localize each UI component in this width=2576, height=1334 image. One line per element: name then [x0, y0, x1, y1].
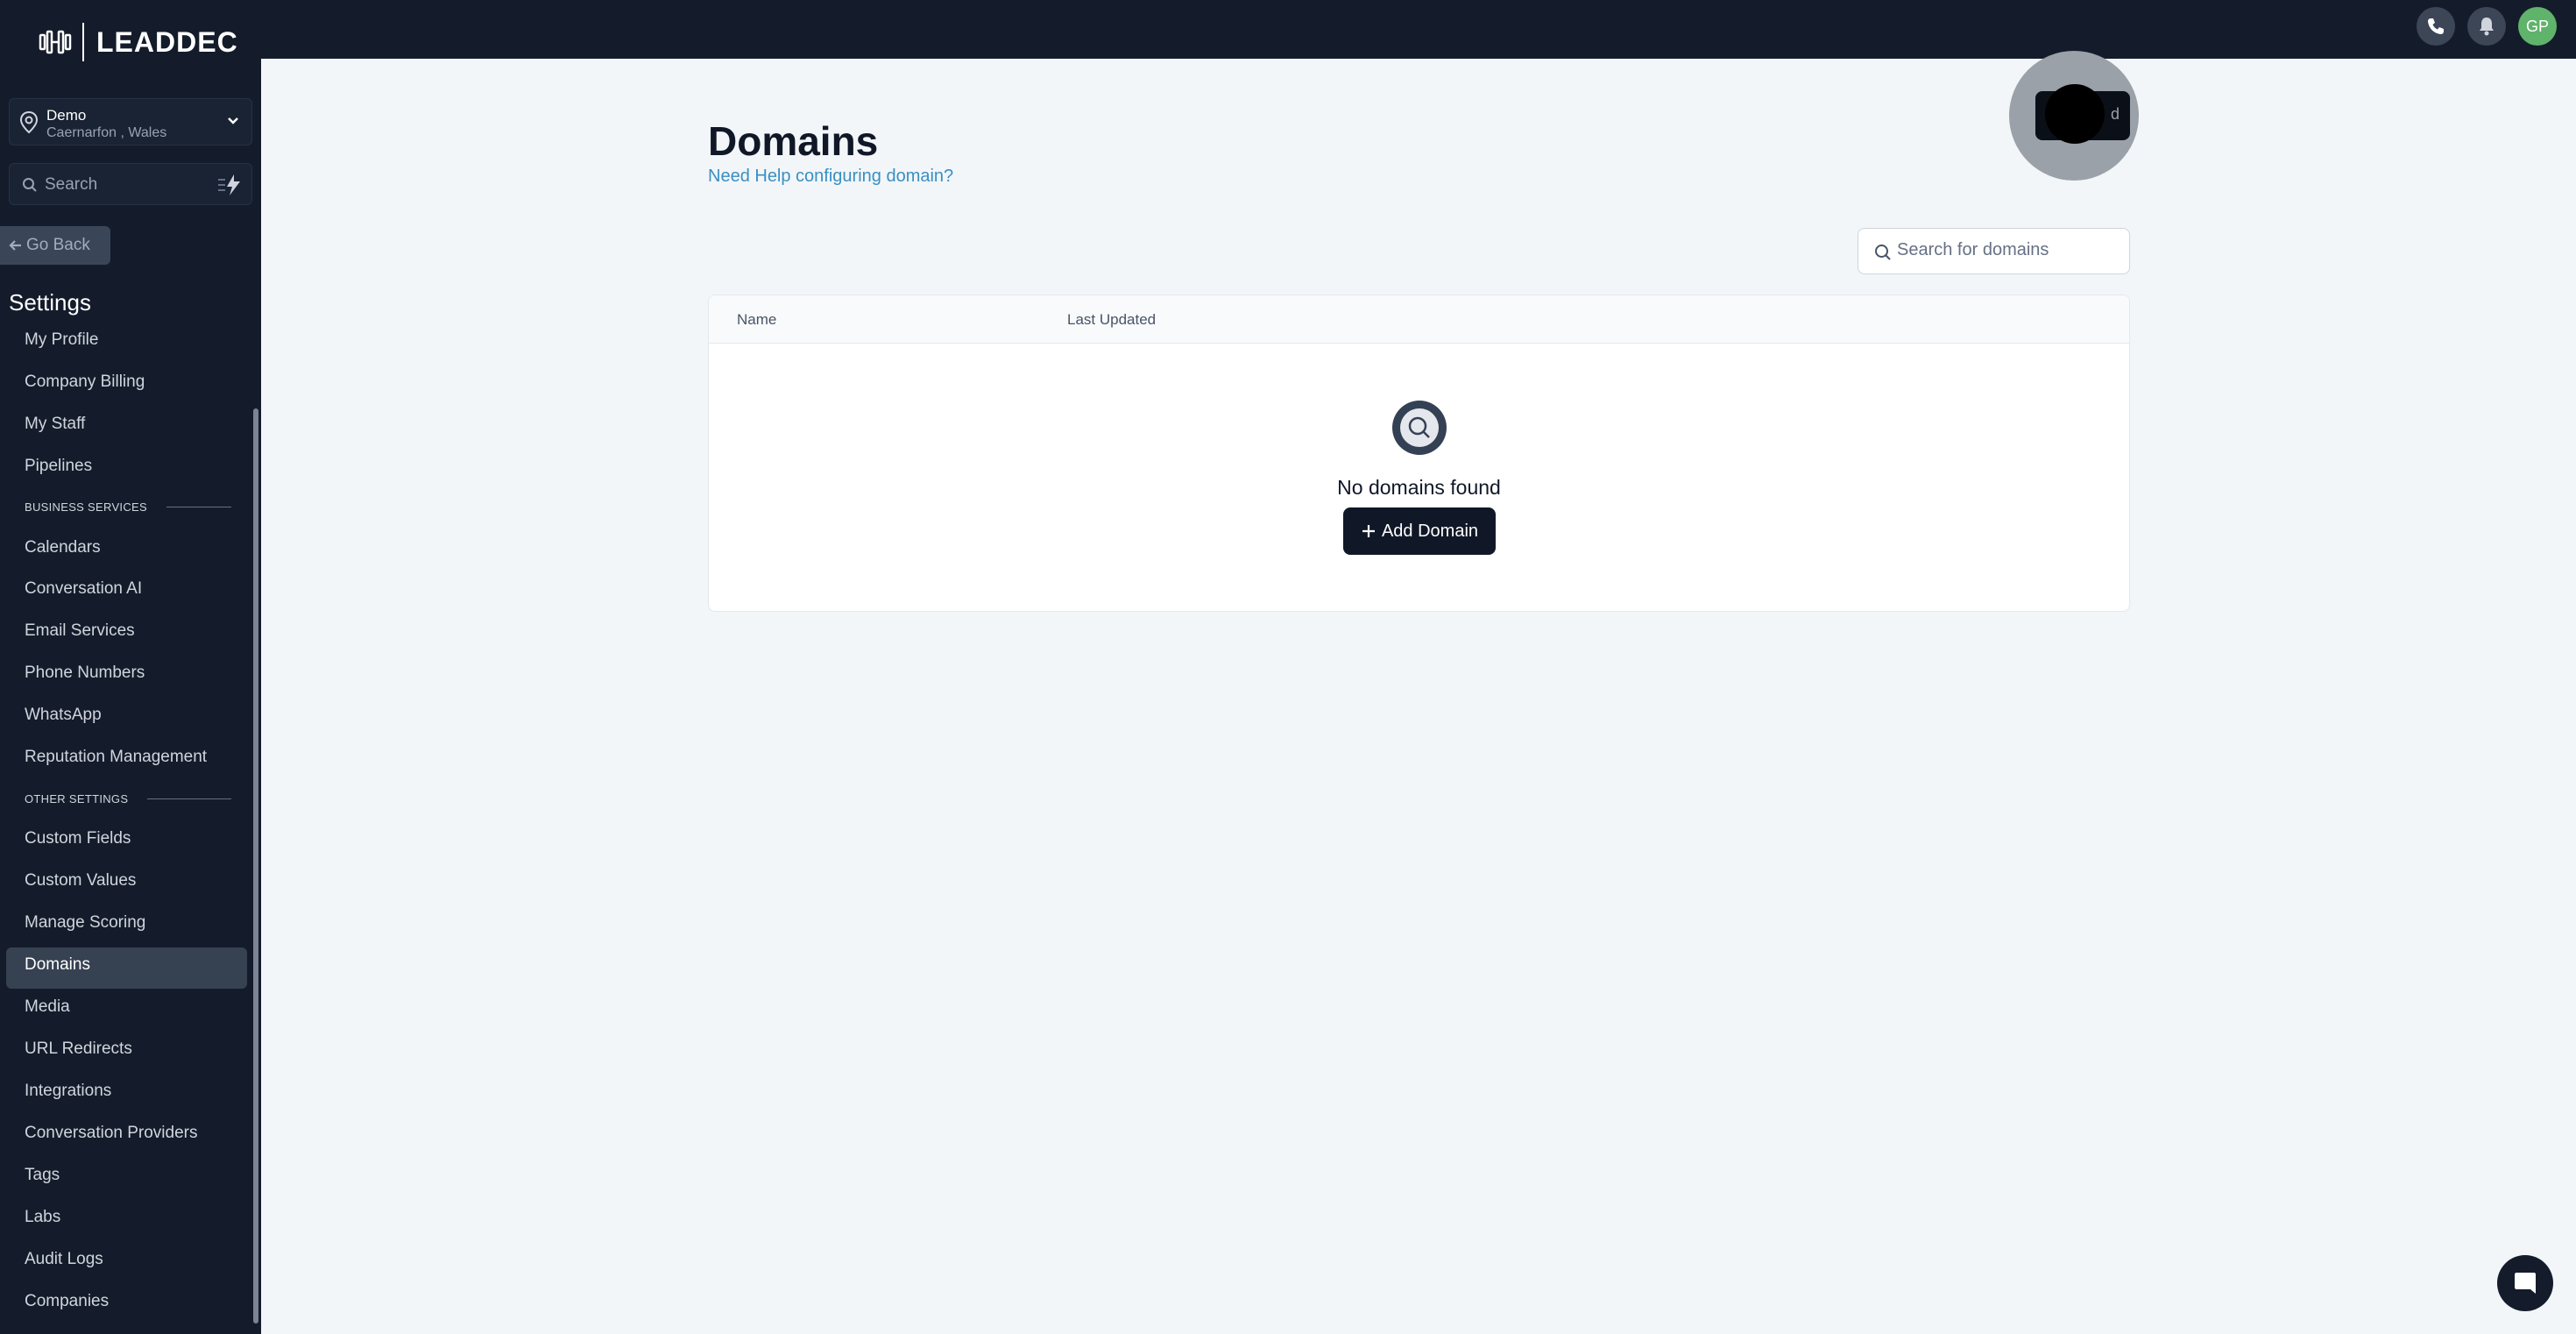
sidebar: LEADDEC Demo Caernarfon , Wales Search G… — [0, 0, 261, 1334]
settings-title: Settings — [9, 289, 91, 316]
video-record-dot — [2045, 84, 2105, 144]
sidebar-item-conversation-providers[interactable]: Conversation Providers — [25, 1124, 197, 1143]
location-address: Caernarfon , Wales — [46, 125, 167, 140]
sidebar-item-phone-numbers[interactable]: Phone Numbers — [25, 663, 145, 683]
sidebar-item-tags[interactable]: Tags — [25, 1166, 60, 1185]
sidebar-search-placeholder: Search — [45, 175, 98, 194]
user-avatar[interactable]: GP — [2518, 7, 2557, 46]
sidebar-item-reputation-management[interactable]: Reputation Management — [25, 748, 207, 767]
chat-icon — [2515, 1273, 2536, 1294]
search-icon — [23, 178, 37, 192]
plus-icon — [1362, 525, 1375, 537]
chevron-down-icon — [228, 117, 238, 124]
search-icon — [1408, 416, 1430, 438]
go-back-button[interactable]: Go Back — [0, 226, 110, 265]
add-domain-label: Add Domain — [1381, 521, 1479, 541]
sidebar-item-audit-logs[interactable]: Audit Logs — [25, 1250, 103, 1269]
go-back-label: Go Back — [26, 236, 90, 254]
sidebar-item-company-billing[interactable]: Company Billing — [25, 373, 145, 392]
sidebar-item-pipelines[interactable]: Pipelines — [25, 457, 92, 476]
add-domain-button[interactable]: Add Domain — [1343, 507, 1496, 555]
sidebar-item-url-redirects[interactable]: URL Redirects — [25, 1040, 132, 1059]
empty-state-text: No domains found — [1337, 476, 1501, 499]
chat-widget-button[interactable] — [2497, 1255, 2553, 1311]
sidebar-item-companies[interactable]: Companies — [25, 1292, 109, 1311]
search-icon — [1875, 245, 1891, 260]
domains-table: Name Last Updated No domains found Add D… — [708, 294, 2130, 612]
sidebar-scrollbar[interactable] — [253, 408, 258, 1323]
map-pin-icon — [19, 110, 39, 134]
brand-logo[interactable]: LEADDEC — [39, 21, 238, 63]
sidebar-item-media[interactable]: Media — [25, 997, 70, 1017]
location-name: Demo — [46, 107, 87, 124]
section-label-text: BUSINESS SERVICES — [25, 500, 147, 514]
location-switcher[interactable]: Demo Caernarfon , Wales — [9, 98, 252, 145]
page-title: Domains — [708, 118, 879, 164]
bell-icon — [2480, 18, 2494, 36]
empty-state-icon — [1392, 401, 1447, 455]
sidebar-item-labs[interactable]: Labs — [25, 1208, 60, 1227]
table-header: Name Last Updated — [709, 295, 2129, 344]
help-configuring-domain-link[interactable]: Need Help configuring domain? — [708, 167, 953, 187]
topbar — [261, 0, 2576, 59]
domain-search-input[interactable] — [1897, 240, 2116, 260]
sidebar-item-my-profile[interactable]: My Profile — [25, 330, 98, 350]
sidebar-item-manage-scoring[interactable]: Manage Scoring — [25, 913, 145, 933]
sidebar-search[interactable]: Search — [9, 163, 252, 205]
section-label-business-services: BUSINESS SERVICES — [25, 500, 231, 514]
section-label-other-settings: OTHER SETTINGS — [25, 792, 232, 805]
sidebar-item-integrations[interactable]: Integrations — [25, 1082, 111, 1101]
column-header-last-updated[interactable]: Last Updated — [1067, 311, 1156, 329]
sidebar-item-domains[interactable]: Domains — [25, 955, 90, 975]
sidebar-item-my-staff[interactable]: My Staff — [25, 415, 85, 434]
logo-mark-icon — [39, 30, 72, 54]
phone-icon — [2428, 18, 2444, 34]
column-header-name[interactable]: Name — [737, 311, 776, 329]
quick-actions-bolt-icon[interactable] — [216, 173, 243, 197]
section-divider — [147, 798, 232, 799]
sidebar-item-conversation-ai[interactable]: Conversation AI — [25, 579, 142, 599]
brand-name: LEADDEC — [96, 25, 238, 58]
sidebar-item-whatsapp[interactable]: WhatsApp — [25, 706, 102, 725]
sidebar-item-custom-values[interactable]: Custom Values — [25, 871, 136, 891]
sidebar-item-custom-fields[interactable]: Custom Fields — [25, 829, 131, 848]
arrow-left-icon — [9, 240, 21, 251]
logo-divider — [82, 23, 84, 61]
sidebar-item-calendars[interactable]: Calendars — [25, 538, 101, 557]
section-label-text: OTHER SETTINGS — [25, 792, 129, 805]
phone-button[interactable] — [2417, 7, 2455, 46]
domain-search[interactable] — [1858, 228, 2130, 274]
sidebar-item-email-services[interactable]: Email Services — [25, 621, 135, 641]
notifications-button[interactable] — [2467, 7, 2506, 46]
